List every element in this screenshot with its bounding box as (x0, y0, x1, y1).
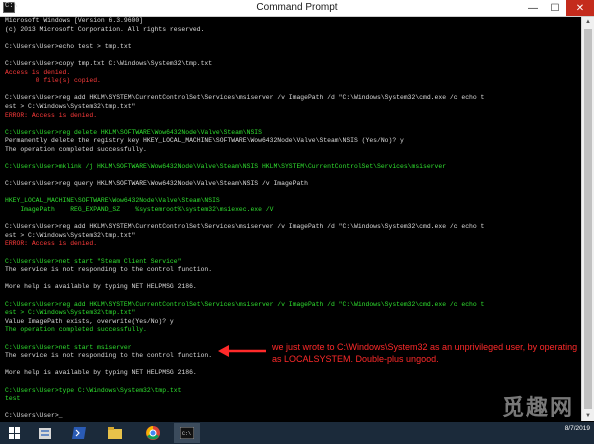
window-title: Command Prompt (256, 2, 338, 13)
console-line: C:\Users\User>echo test > tmp.txt (5, 42, 132, 50)
console-line: More help is available by typing NET HEL… (5, 283, 197, 291)
console-line: ImagePath REG_EXPAND_SZ %systemroot%\sys… (5, 206, 274, 214)
title-bar[interactable]: C:\ Command Prompt — ☐ ✕ (0, 0, 594, 17)
watermark-logo: 觅趣网 (502, 396, 575, 421)
start-button[interactable] (2, 423, 28, 443)
red-arrow-icon (218, 345, 266, 357)
command-prompt-button[interactable]: C:\ (174, 423, 200, 443)
svg-text:C:\: C:\ (182, 431, 191, 437)
scrollbar-thumb[interactable] (584, 29, 592, 409)
file-explorer-button[interactable] (102, 423, 128, 443)
console-line: est > C:\Windows\System32\tmp.txt" (5, 231, 136, 239)
console-line: C:\Users\User>_ (5, 412, 63, 419)
console-line: C:\Users\User>net start "Steam Client Se… (5, 257, 182, 265)
console-line: The operation completed successfully. (5, 145, 147, 153)
console-line: The service is not responding to the con… (5, 266, 213, 274)
chrome-button[interactable] (140, 423, 166, 443)
powershell-button[interactable] (66, 423, 92, 443)
server-manager-icon (39, 427, 51, 439)
console-line: C:\Users\User>reg delete HKLM\SOFTWARE\W… (5, 128, 262, 136)
chrome-icon (146, 426, 160, 440)
console-line: ERROR: Access is denied. (5, 240, 98, 248)
minimize-button[interactable]: — (522, 0, 544, 16)
annotation-text: we just wrote to C:\Windows\System32 as … (272, 342, 578, 364)
console-line: 0 file(s) copied. (5, 77, 101, 85)
console-line: C:\Users\User>reg add HKLM\SYSTEM\Curren… (5, 300, 485, 308)
console-line: Microsoft Windows [Version 6.3.9600] (5, 17, 144, 24)
console-line: C:\Users\User>copy tmp.txt C:\Windows\Sy… (5, 59, 213, 67)
vertical-scrollbar[interactable]: ▲ ▼ (581, 17, 594, 421)
powershell-icon (72, 427, 86, 439)
console-line: HKEY_LOCAL_MACHINE\SOFTWARE\Wow6432Node\… (5, 197, 220, 205)
console-line: ERROR: Access is denied. (5, 111, 98, 119)
console-line: C:\Users\User>type C:\Windows\System32\t… (5, 386, 182, 394)
folder-icon (108, 427, 122, 439)
console-line: C:\Users\User>reg query HKLM\SOFTWARE\Wo… (5, 180, 308, 188)
windows-logo-icon (9, 427, 21, 439)
server-manager-button[interactable] (32, 423, 58, 443)
console-line: C:\Users\User>reg add HKLM\SYSTEM\Curren… (5, 94, 485, 102)
console-line: test (5, 395, 21, 403)
console-line: The operation completed successfully. (5, 326, 147, 334)
taskbar: C:\ 8/7/2019 (0, 422, 594, 444)
date-text: 8/7/2019 (564, 425, 590, 432)
console-line: C:\Users\User>reg add HKLM\SYSTEM\Curren… (5, 223, 485, 231)
console-line: C:\Users\User>mklink /j HKLM\SOFTWARE\Wo… (5, 163, 447, 171)
console-line: More help is available by typing NET HEL… (5, 369, 197, 377)
console-line: est > C:\Windows\System32\tmp.txt" (5, 309, 136, 317)
close-button[interactable]: ✕ (566, 0, 594, 16)
console-line: est > C:\Windows\System32\tmp.txt" (5, 102, 136, 110)
console-line: (c) 2013 Microsoft Corporation. All righ… (5, 25, 205, 33)
clock[interactable]: 8/7/2019 (565, 424, 590, 433)
console-line: Access is denied. (5, 68, 71, 76)
console-line: Value ImagePath exists, overwrite(Yes/No… (5, 317, 174, 325)
cmd-taskbar-icon: C:\ (180, 427, 194, 439)
console-line: Permanently delete the registry key HKEY… (5, 137, 404, 145)
maximize-button[interactable]: ☐ (544, 0, 566, 16)
scroll-up-icon[interactable]: ▲ (582, 17, 594, 27)
